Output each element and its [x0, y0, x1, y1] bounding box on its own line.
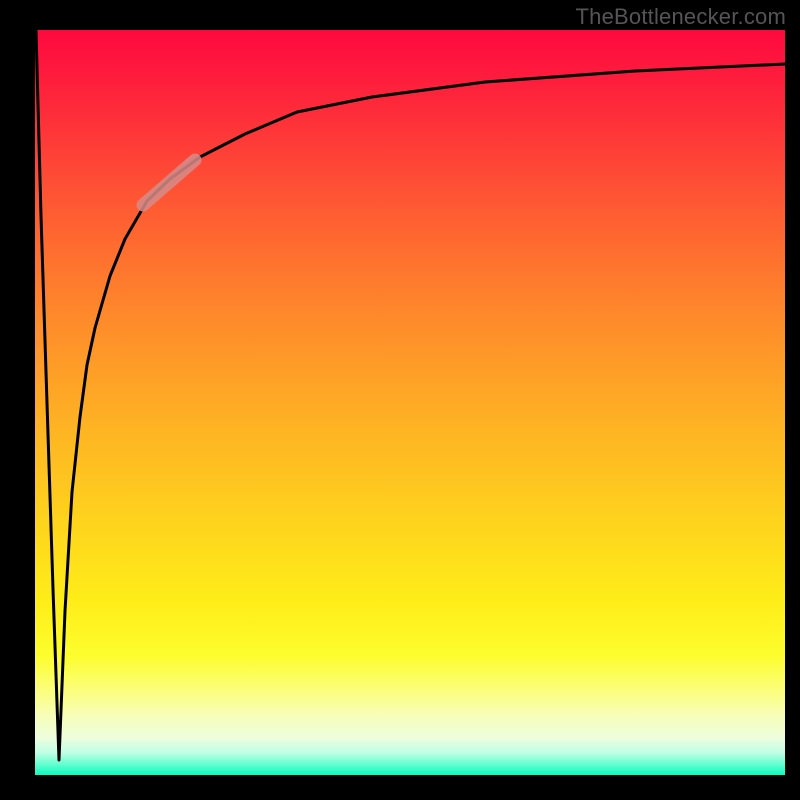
plot-area	[35, 30, 785, 775]
curve-svg	[35, 30, 785, 775]
highlight-segment	[143, 160, 195, 205]
watermark-text: TheBottlenecker.com	[576, 4, 786, 30]
bottleneck-curve	[36, 30, 785, 760]
